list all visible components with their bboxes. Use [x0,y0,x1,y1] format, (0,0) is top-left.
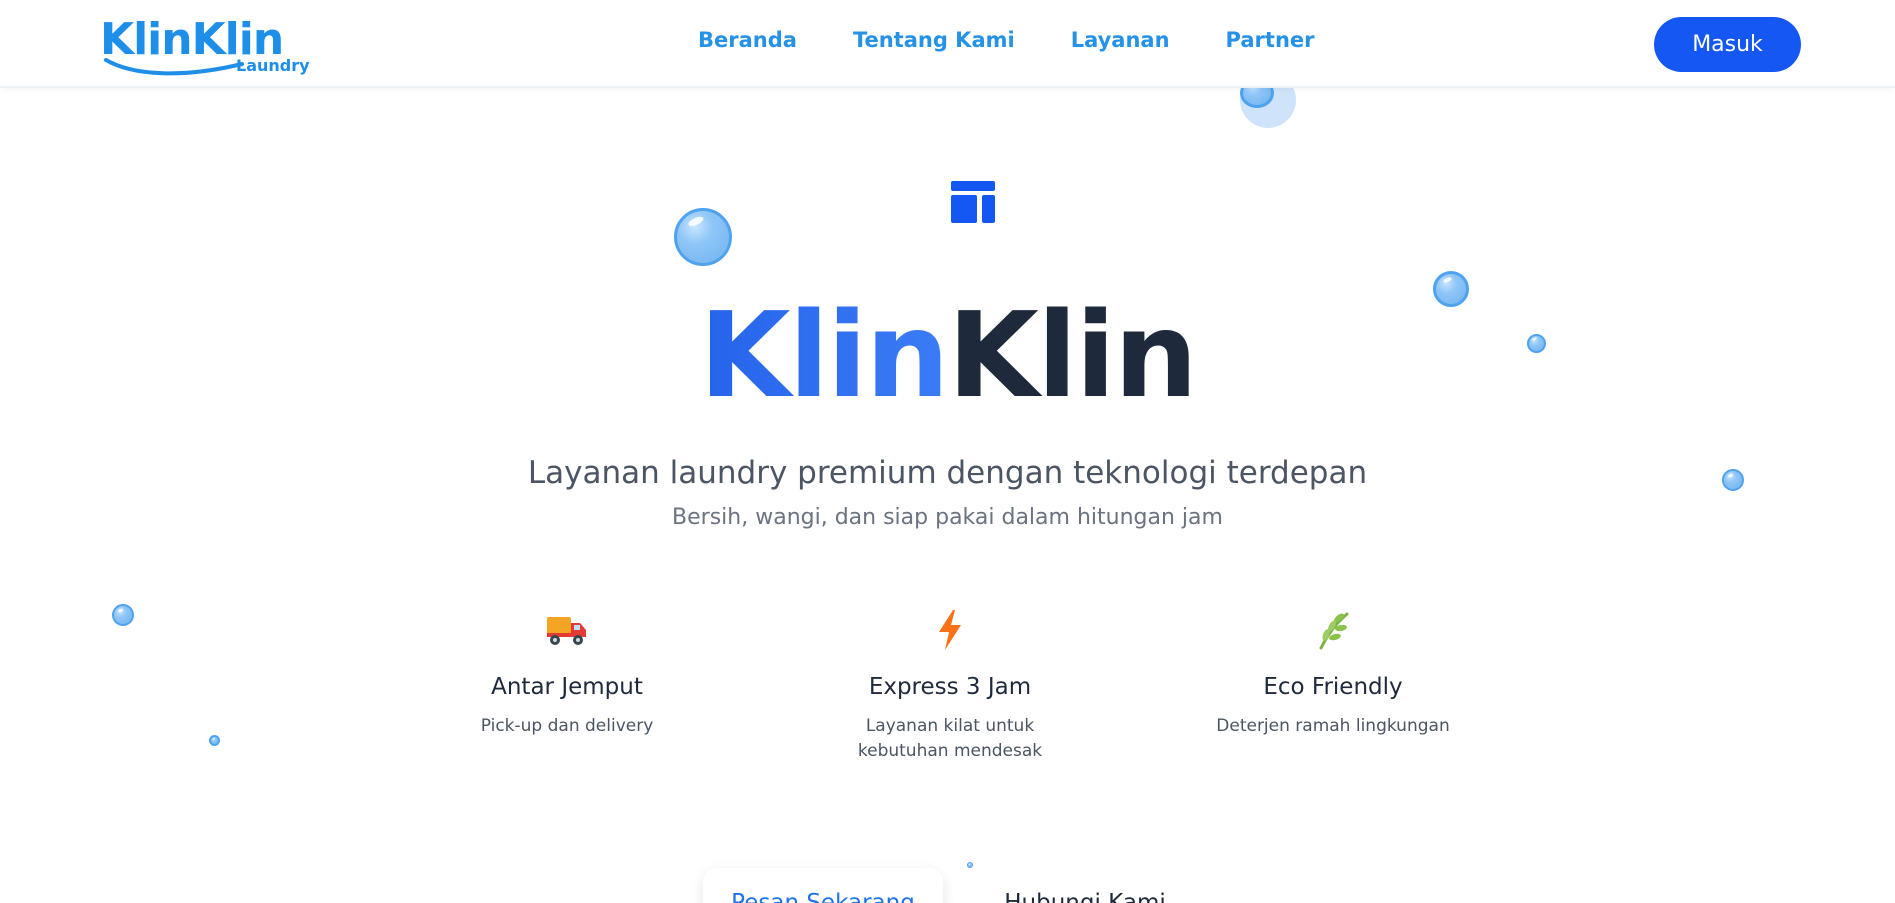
contact-us-button[interactable]: Hubungi Kami [980,868,1190,903]
feature-title: Eco Friendly [1263,674,1403,700]
feature-desc: Pick-up dan delivery [480,716,654,736]
nav-item-beranda[interactable]: Beranda [698,28,797,52]
nav-item-layanan[interactable]: Layanan [1071,28,1170,52]
delivery-truck-icon [547,617,586,645]
bubble-decoration [209,735,220,746]
main-nav: Beranda Tentang Kami Layanan Partner [698,28,1315,52]
site-header: KlinKlin Laundry Beranda Tentang Kami La… [0,0,1895,88]
nav-item-partner[interactable]: Partner [1226,28,1315,52]
logo-subtext: Laundry [236,56,310,75]
layout-icon [951,181,995,223]
nav-item-tentang-kami[interactable]: Tentang Kami [853,28,1015,52]
hero-subtagline: Bersih, wangi, dan siap pakai dalam hitu… [672,505,1223,530]
order-now-button[interactable]: Pesan Sekarang [703,868,943,903]
feature-title: Antar Jemput [491,674,643,700]
login-button[interactable]: Masuk [1654,17,1801,72]
hero-title: KlinKlin [0,290,1895,420]
hero-title-part1: Klin [699,286,949,424]
feature-desc: Deterjen ramah lingkungan [1216,716,1450,736]
bubble-decoration [967,862,973,868]
feature-eco-friendly: Eco Friendly Deterjen ramah lingkungan [1203,606,1463,739]
feature-express: Express 3 Jam Layanan kilat untuk kebutu… [820,606,1080,764]
brand-logo[interactable]: KlinKlin Laundry [100,14,310,78]
hero-title-part2: Klin [947,286,1198,424]
bubble-decoration [674,208,732,266]
lightning-icon [939,610,961,650]
feature-desc: Layanan kilat untuk kebutuhan mendesak [857,716,1043,761]
leaf-icon [1319,612,1349,650]
hero-tagline: Layanan laundry premium dengan teknologi… [527,455,1368,491]
bubble-decoration [112,604,134,626]
feature-antar-jemput: Antar Jemput Pick-up dan delivery [437,606,697,739]
feature-title: Express 3 Jam [868,674,1032,700]
logo-swoosh-icon [104,58,244,76]
